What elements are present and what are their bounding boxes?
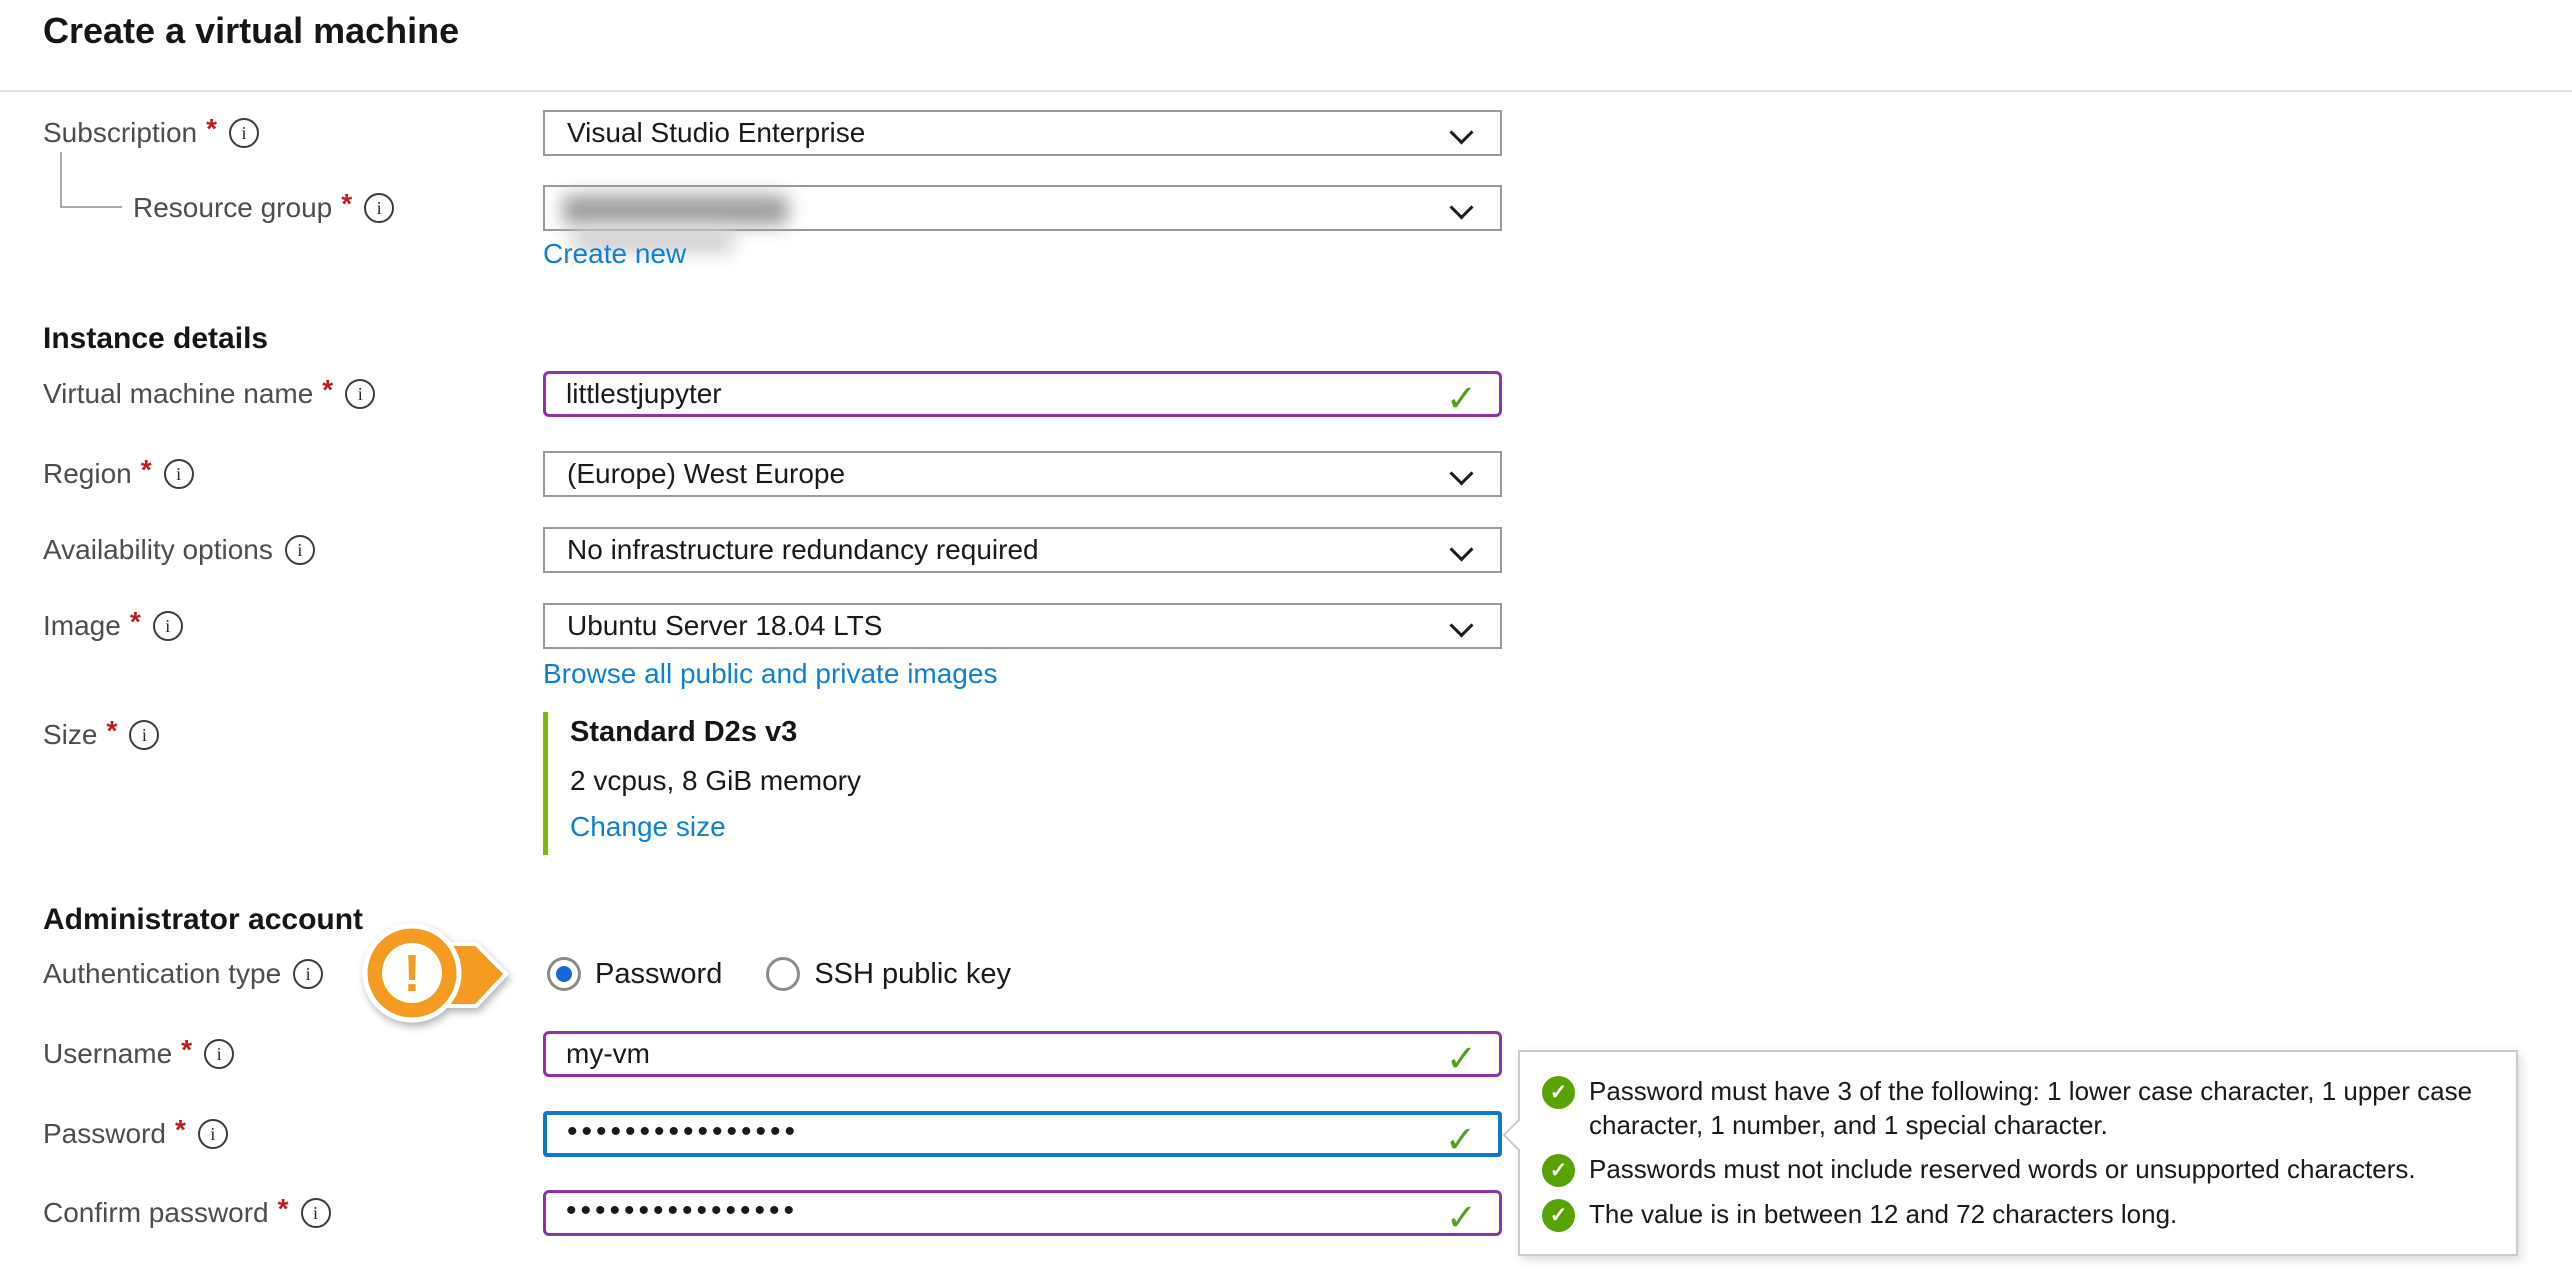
region-value: (Europe) West Europe — [567, 458, 845, 490]
validation-item: ✓ Passwords must not include reserved wo… — [1542, 1152, 2494, 1187]
chevron-down-icon — [1449, 613, 1473, 637]
chevron-down-icon — [1449, 537, 1473, 561]
section-administrator-account: Administrator account — [43, 903, 363, 937]
info-icon[interactable]: i — [301, 1198, 331, 1228]
region-label: Region * i — [43, 451, 194, 497]
region-dropdown[interactable]: (Europe) West Europe — [543, 451, 1502, 497]
valid-check-icon: ✓ — [1446, 1196, 1477, 1239]
confirm-password-input[interactable]: •••••••••••••••• ✓ — [543, 1190, 1502, 1236]
valid-check-icon: ✓ — [1445, 1118, 1476, 1161]
svg-text:!: ! — [403, 945, 420, 1003]
info-icon[interactable]: i — [164, 459, 194, 489]
vm-name-label: Virtual machine name * i — [43, 371, 375, 417]
required-asterisk: * — [106, 715, 117, 747]
required-asterisk: * — [141, 454, 152, 486]
change-size-link[interactable]: Change size — [570, 811, 861, 843]
availability-dropdown[interactable]: No infrastructure redundancy required — [543, 527, 1502, 573]
tooltip-caret — [1502, 1119, 1533, 1150]
username-input[interactable]: my-vm ✓ — [543, 1031, 1502, 1077]
info-icon[interactable]: i — [364, 193, 394, 223]
image-label: Image * i — [43, 603, 183, 649]
chevron-down-icon — [1449, 195, 1473, 219]
size-label: Size * i — [43, 712, 159, 758]
password-masked-value: •••••••••••••••• — [567, 1115, 799, 1149]
subscription-dropdown[interactable]: Visual Studio Enterprise — [543, 110, 1502, 156]
availability-value: No infrastructure redundancy required — [567, 534, 1039, 566]
header-divider — [0, 90, 2572, 92]
password-input[interactable]: •••••••••••••••• ✓ — [543, 1111, 1502, 1157]
required-asterisk: * — [278, 1193, 289, 1225]
info-icon[interactable]: i — [293, 959, 323, 989]
browse-images-link[interactable]: Browse all public and private images — [543, 658, 997, 690]
auth-type-label: Authentication type i — [43, 951, 323, 997]
validation-item: ✓ Password must have 3 of the following:… — [1542, 1074, 2494, 1142]
section-instance-details: Instance details — [43, 322, 268, 356]
validation-item: ✓ The value is in between 12 and 72 char… — [1542, 1197, 2494, 1232]
subscription-value: Visual Studio Enterprise — [567, 117, 865, 149]
attention-annotation-icon: ! — [350, 912, 530, 1036]
page-title: Create a virtual machine — [43, 10, 459, 52]
check-circle-icon: ✓ — [1542, 1154, 1575, 1187]
username-label: Username * i — [43, 1031, 234, 1077]
subscription-label: Subscription * i — [43, 110, 259, 156]
size-name: Standard D2s v3 — [570, 716, 861, 749]
radio-unselected-icon — [766, 957, 800, 991]
required-asterisk: * — [130, 606, 141, 638]
vm-name-value: littlestjupyter — [566, 378, 722, 410]
radio-selected-icon — [547, 957, 581, 991]
info-icon[interactable]: i — [129, 720, 159, 750]
info-icon[interactable]: i — [285, 535, 315, 565]
vm-name-input[interactable]: littlestjupyter ✓ — [543, 371, 1502, 417]
valid-check-icon: ✓ — [1446, 1037, 1477, 1080]
tree-connector-vertical — [60, 152, 62, 208]
resource-group-dropdown[interactable] — [543, 185, 1502, 231]
username-value: my-vm — [566, 1038, 650, 1070]
create-vm-page: Create a virtual machine Subscription * … — [0, 0, 2572, 1274]
check-circle-icon: ✓ — [1542, 1076, 1575, 1109]
check-circle-icon: ✓ — [1542, 1199, 1575, 1232]
radio-option-password[interactable]: Password — [547, 957, 722, 991]
availability-label: Availability options i — [43, 527, 315, 573]
valid-check-icon: ✓ — [1446, 377, 1477, 420]
required-asterisk: * — [341, 188, 352, 220]
resource-group-label: Resource group * i — [133, 185, 394, 231]
required-asterisk: * — [322, 374, 333, 406]
info-icon[interactable]: i — [198, 1119, 228, 1149]
password-validation-tooltip: ✓ Password must have 3 of the following:… — [1518, 1050, 2518, 1256]
create-new-link[interactable]: Create new — [543, 238, 686, 270]
redacted-text-blur — [563, 195, 788, 225]
chevron-down-icon — [1449, 461, 1473, 485]
auth-type-radio-group: Password SSH public key — [547, 951, 1011, 997]
size-summary: Standard D2s v3 2 vcpus, 8 GiB memory Ch… — [543, 712, 861, 855]
info-icon[interactable]: i — [345, 379, 375, 409]
chevron-down-icon — [1449, 120, 1473, 144]
image-dropdown[interactable]: Ubuntu Server 18.04 LTS — [543, 603, 1502, 649]
confirm-password-masked-value: •••••••••••••••• — [566, 1194, 798, 1228]
info-icon[interactable]: i — [153, 611, 183, 641]
info-icon[interactable]: i — [204, 1039, 234, 1069]
radio-option-ssh-public-key[interactable]: SSH public key — [766, 957, 1011, 991]
required-asterisk: * — [181, 1034, 192, 1066]
confirm-password-label: Confirm password * i — [43, 1190, 331, 1236]
size-specs: 2 vcpus, 8 GiB memory — [570, 765, 861, 797]
password-label: Password * i — [43, 1111, 228, 1157]
required-asterisk: * — [175, 1114, 186, 1146]
required-asterisk: * — [206, 113, 217, 145]
image-value: Ubuntu Server 18.04 LTS — [567, 610, 882, 642]
tree-connector-horizontal — [60, 206, 122, 208]
info-icon[interactable]: i — [229, 118, 259, 148]
